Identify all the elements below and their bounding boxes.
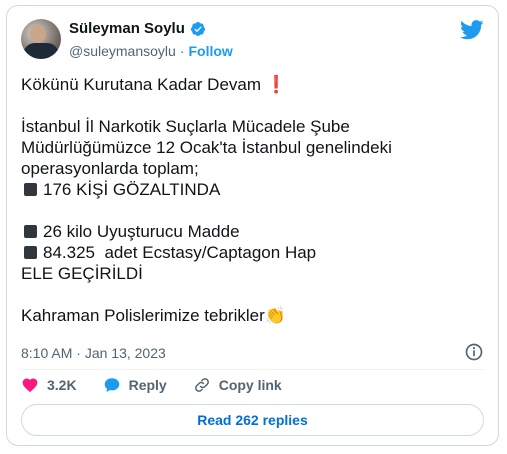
tweet-line: 176 KİŞİ GÖZALTINDA — [21, 179, 491, 200]
like-button[interactable]: 3.2K — [21, 376, 77, 394]
reply-bubble-icon — [104, 378, 119, 393]
tweet-date: Jan 13, 2023 — [84, 345, 166, 361]
author-handle-row: @suleymansoylu · Follow — [69, 43, 233, 59]
follow-button[interactable]: Follow — [188, 43, 232, 59]
divider — [21, 369, 484, 370]
read-replies-button[interactable]: Read 262 replies — [21, 404, 484, 436]
tweet-line: ELE GEÇİRİLDİ — [21, 264, 143, 283]
black-square-icon — [24, 225, 37, 238]
tweet-line — [21, 200, 491, 221]
avatar[interactable] — [21, 19, 61, 59]
tweet-line: İstanbul İl Narkotik Suçlarla Mücadele Ş… — [21, 117, 350, 136]
twitter-bird-icon[interactable] — [460, 20, 484, 40]
copy-link-button[interactable]: Copy link — [193, 376, 282, 394]
info-icon[interactable] — [464, 342, 484, 362]
author-name-row: Süleyman Soylu — [69, 20, 206, 37]
avatar-suit — [23, 43, 59, 59]
black-square-icon — [24, 246, 37, 259]
tweet-card: Süleyman Soylu @suleymansoylu · Follow K… — [6, 5, 499, 446]
tweet-line: Müdürlüğümüzce 12 Ocak'ta İstanbul genel… — [21, 138, 392, 157]
exclamation-emoji: ❗ — [265, 75, 287, 94]
tweet-time: 8:10 AM — [21, 345, 73, 361]
avatar-face — [30, 25, 46, 43]
tweet-line — [21, 95, 491, 116]
action-bar: 3.2K Reply Copy link — [21, 376, 308, 394]
author-handle[interactable]: @suleymansoylu — [69, 43, 176, 59]
tweet-line: 84.325 adet Ecstasy/Captagon Hap — [21, 242, 491, 263]
tweet-line: operasyonlarda toplam; — [21, 159, 199, 178]
heart-icon — [22, 378, 38, 393]
tweet-line — [21, 284, 491, 305]
reply-button[interactable]: Reply — [103, 376, 167, 394]
tweet-text: Kökünü Kurutana Kadar Devam ❗ İstanbul İ… — [21, 74, 491, 326]
copy-link-label: Copy link — [218, 377, 282, 393]
link-icon — [194, 378, 209, 392]
tweet-line: 26 kilo Uyuşturucu Madde — [21, 221, 491, 242]
meta-separator: · — [76, 345, 81, 361]
black-square-icon — [24, 183, 37, 196]
reply-label: Reply — [128, 377, 167, 393]
clapping-hands-emoji: 👏 — [264, 306, 286, 325]
verified-badge-icon — [190, 21, 205, 36]
author-name[interactable]: Süleyman Soylu — [69, 20, 185, 37]
tweet-line: Kahraman Polislerimize tebrikler👏 — [21, 306, 286, 325]
tweet-line: Kökünü Kurutana Kadar Devam ❗ — [21, 75, 287, 94]
handle-separator: · — [179, 43, 185, 59]
like-count: 3.2K — [47, 377, 77, 393]
tweet-timestamp[interactable]: 8:10 AM · Jan 13, 2023 — [21, 345, 166, 361]
